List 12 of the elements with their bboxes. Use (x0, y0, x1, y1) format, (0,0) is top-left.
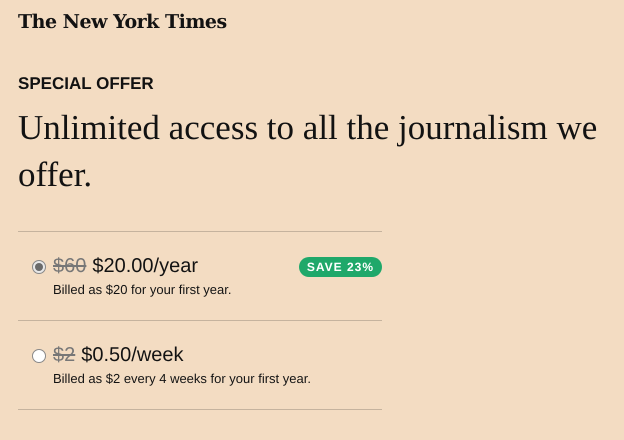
offer-label: SPECIAL OFFER (18, 74, 154, 94)
radio-button[interactable] (32, 348, 46, 362)
billing-note: Billed as $20 for your first year. (53, 282, 232, 297)
headline: Unlimited access to all the journalism we offer. (18, 107, 598, 196)
price: $0.50/week (81, 344, 184, 367)
old-price: $2 (53, 344, 76, 367)
radio-button[interactable] (32, 260, 46, 274)
price: $20.00/year (92, 255, 198, 278)
logo: The New York Times (18, 10, 227, 35)
old-price: $60 (53, 255, 86, 278)
billing-note: Billed as $2 every 4 weeks for your first year. (53, 371, 311, 386)
savings-badge: SAVE 23% (298, 256, 382, 276)
